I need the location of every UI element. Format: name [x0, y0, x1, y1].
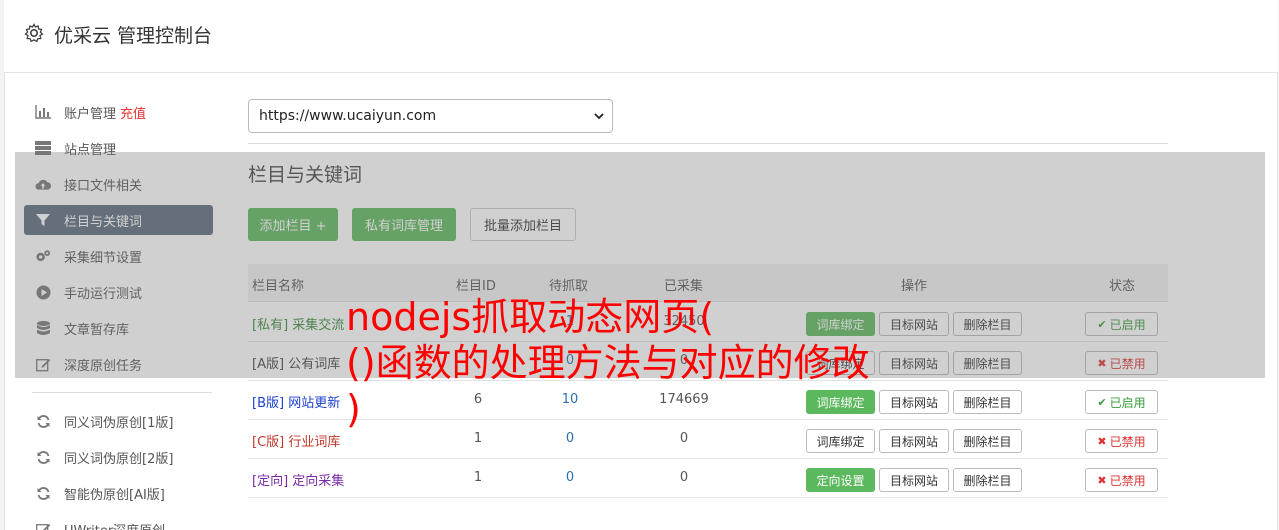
sidebar-item-label: 同义词伪原创[1版]	[64, 415, 174, 431]
pending-count: 0	[565, 431, 575, 446]
refresh-icon	[35, 449, 51, 465]
site-select-value: https://www.ucaiyun.com	[259, 108, 437, 124]
edit-icon	[35, 521, 51, 530]
refresh-icon	[35, 485, 51, 501]
lexicon-bind-button[interactable]: 词库绑定	[806, 429, 875, 453]
table-row: [定向] 定向采集 1 0 0 定向设置 目标网站 删除栏目 ✖ 已禁用	[248, 459, 1168, 498]
target-site-button[interactable]: 目标网站	[879, 429, 949, 453]
column-tag: [B版]	[252, 396, 285, 411]
watermark-text: nodejs抓取动态网页( ()函数的处理方法与对应的修改 )	[346, 294, 966, 432]
status-label: 已启用	[1109, 395, 1146, 410]
watermark-line-2: ()函数的处理方法与对应的修改	[346, 341, 870, 385]
collected-count: 0	[679, 470, 689, 485]
status-toggle[interactable]: ✖ 已禁用	[1085, 468, 1158, 492]
check-icon: ✔	[1097, 395, 1107, 409]
column-name[interactable]: [定向] 定向采集	[252, 470, 344, 489]
delete-column-button[interactable]: 删除栏目	[953, 468, 1022, 492]
status-toggle[interactable]: ✔ 已启用	[1085, 390, 1158, 414]
column-name[interactable]: [C版] 行业词库	[252, 431, 340, 450]
sidebar-item-account[interactable]: 账户管理 充值	[24, 97, 213, 127]
column-id: 1	[473, 470, 483, 485]
directional-settings-button[interactable]: 定向设置	[806, 468, 875, 492]
refresh-icon	[35, 413, 51, 429]
sidebar-item-synonym-v2[interactable]: 同义词伪原创[2版]	[24, 442, 213, 472]
column-tag: [C版]	[252, 435, 285, 450]
sidebar-item-label: 账户管理	[64, 106, 117, 122]
sidebar-item-ai-original[interactable]: 智能伪原创[AI版]	[24, 478, 213, 508]
status-label: 已禁用	[1109, 434, 1146, 449]
status-toggle[interactable]: ✖ 已禁用	[1085, 429, 1158, 453]
target-site-button[interactable]: 目标网站	[879, 468, 949, 492]
column-tag: [定向]	[252, 474, 289, 489]
page-title: 优采云 管理控制台	[54, 25, 213, 47]
column-name[interactable]: [B版] 网站更新	[252, 392, 340, 411]
sidebar-item-label: 同义词伪原创[2版]	[64, 451, 174, 467]
collected-count: 0	[679, 431, 689, 446]
gear-icon	[24, 23, 44, 43]
status-label: 已禁用	[1109, 473, 1146, 488]
sidebar-item-label: UWriter深度原创	[64, 520, 165, 530]
sidebar-item-synonym-v1[interactable]: 同义词伪原创[1版]	[24, 406, 213, 436]
content-divider	[248, 143, 1168, 144]
page-header: 优采云 管理控制台	[4, 0, 1278, 73]
bar-chart-icon	[35, 104, 51, 120]
pending-count: 0	[565, 470, 575, 485]
chevron-down-icon	[594, 113, 604, 120]
column-title: 行业词库	[288, 435, 341, 450]
column-title: 网站更新	[288, 396, 341, 411]
column-id: 1	[473, 431, 483, 446]
delete-column-button[interactable]: 删除栏目	[953, 429, 1022, 453]
watermark-line-1: nodejs抓取动态网页(	[346, 295, 715, 339]
column-title: 定向采集	[292, 474, 345, 489]
cross-icon: ✖	[1097, 473, 1107, 487]
sidebar-item-label: 智能伪原创[AI版]	[64, 487, 165, 503]
watermark-line-3: )	[346, 387, 361, 431]
cross-icon: ✖	[1097, 434, 1107, 448]
recharge-link[interactable]: 充值	[120, 103, 146, 122]
sidebar-item-uwriter[interactable]: UWriter深度原创	[24, 514, 213, 530]
sidebar-divider	[32, 392, 212, 393]
site-select[interactable]: https://www.ucaiyun.com	[248, 99, 613, 133]
